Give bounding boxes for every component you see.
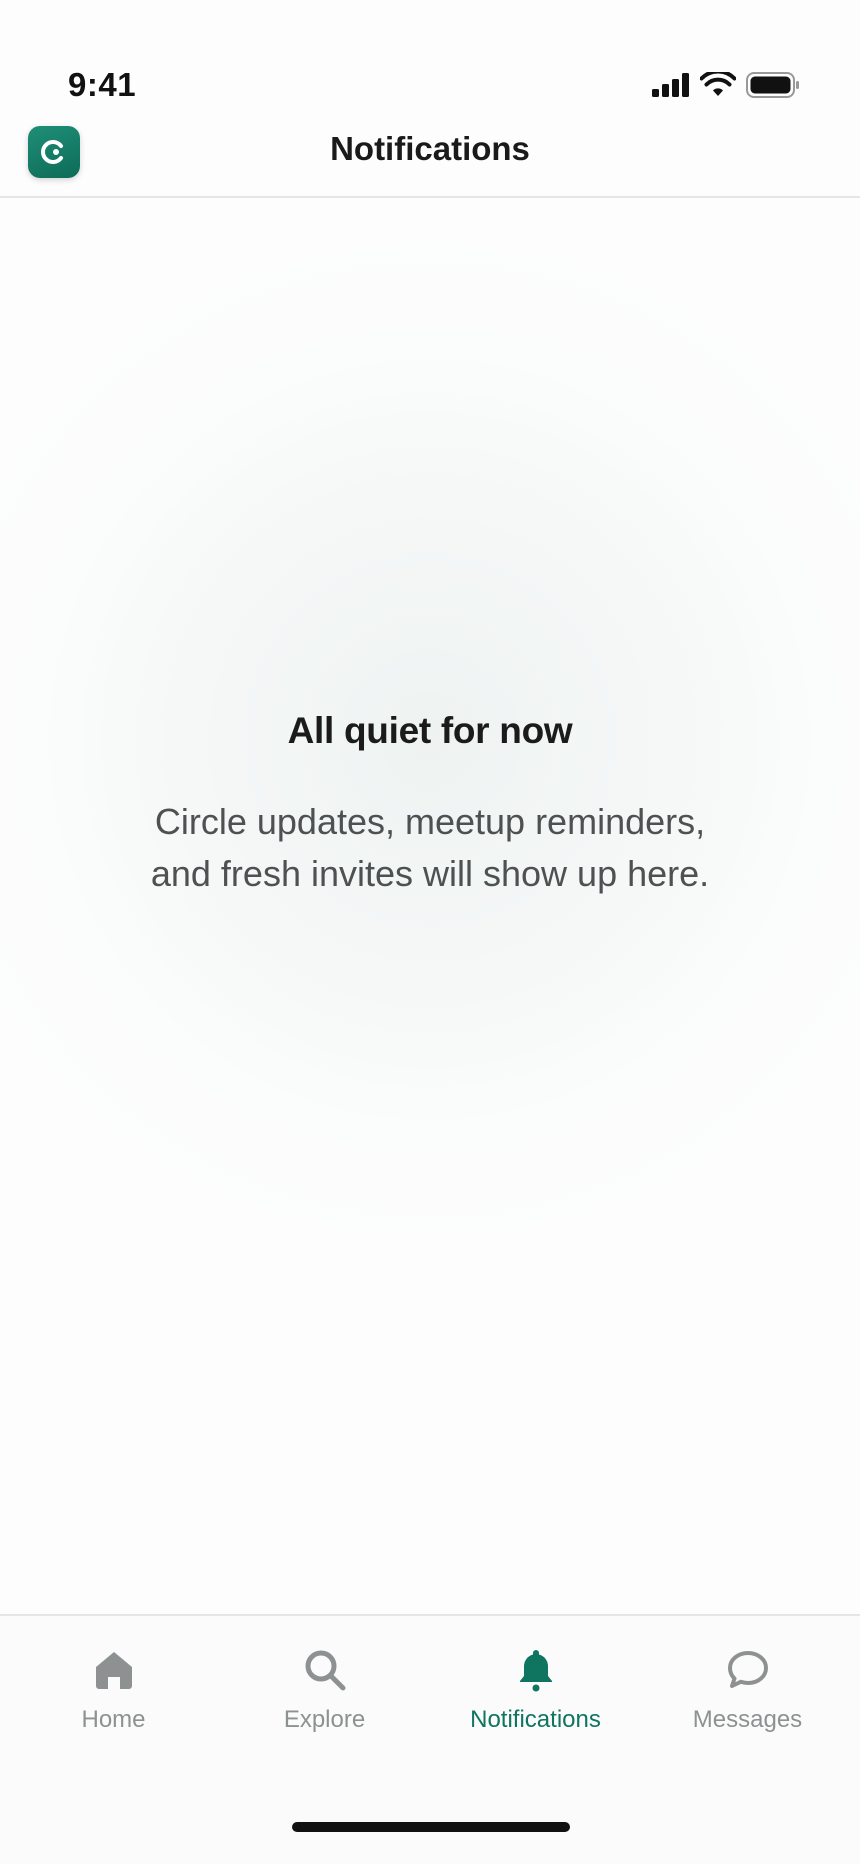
tab-messages[interactable]: Messages <box>640 1646 855 1756</box>
empty-state: All quiet for now Circle updates, meetup… <box>0 710 860 900</box>
battery-icon <box>746 72 799 98</box>
home-indicator[interactable] <box>292 1822 570 1832</box>
notifications-screen: 9:41 Notifications All quiet for now Cir… <box>0 0 860 1864</box>
empty-state-line-2: and fresh invites will show up here. <box>150 853 710 894</box>
empty-state-title: All quiet for now <box>287 710 573 751</box>
tab-notifications[interactable]: Notifications <box>428 1646 643 1756</box>
search-icon <box>305 1650 345 1691</box>
tab-notifications-label: Notifications <box>470 1706 601 1733</box>
wifi-icon <box>700 72 736 96</box>
tab-explore[interactable]: Explore <box>217 1646 432 1756</box>
status-time: 9:41 <box>68 66 137 103</box>
tab-home-label: Home <box>81 1706 146 1733</box>
header: Notifications <box>0 120 860 198</box>
status-bar: 9:41 <box>0 0 860 120</box>
cellular-signal-icon <box>652 73 689 97</box>
status-icons <box>652 72 800 98</box>
home-icon <box>95 1652 132 1689</box>
page-title: Notifications <box>330 130 530 167</box>
bell-icon <box>519 1650 552 1692</box>
empty-state-line-1: Circle updates, meetup reminders, <box>154 801 706 842</box>
tab-explore-label: Explore <box>283 1706 366 1733</box>
chat-bubble-icon <box>727 1651 768 1688</box>
tab-home[interactable]: Home <box>6 1646 221 1756</box>
tab-messages-label: Messages <box>692 1706 803 1733</box>
empty-state-description: Circle updates, meetup reminders, and fr… <box>110 796 750 900</box>
